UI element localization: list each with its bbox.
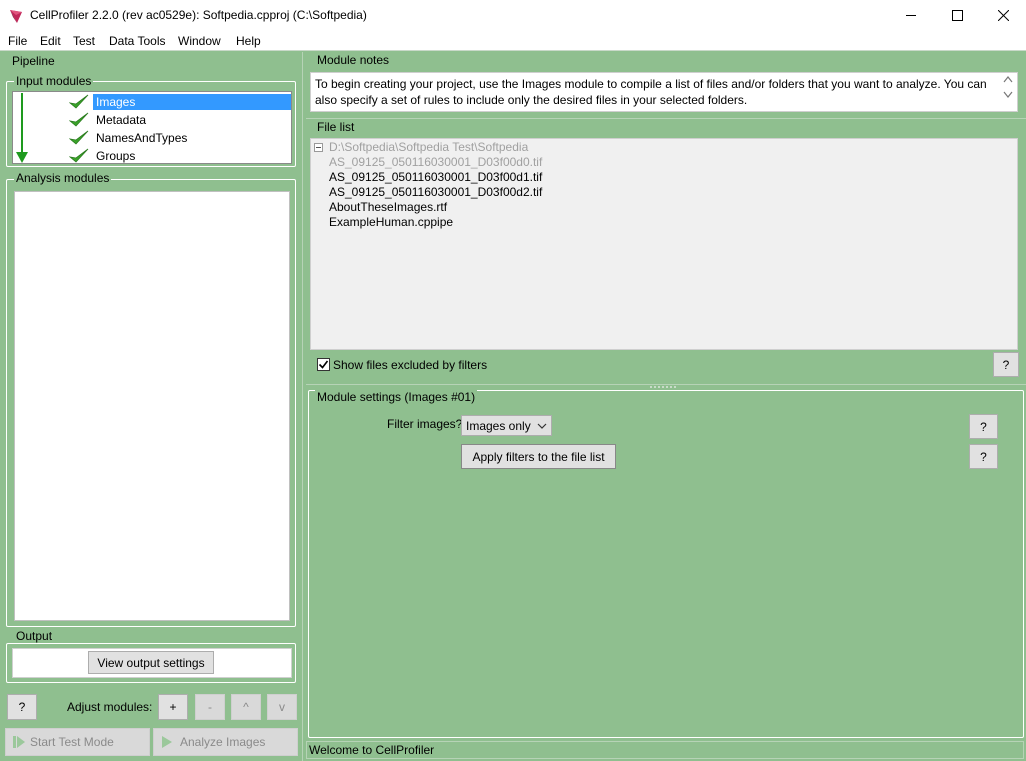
- check-icon: [69, 148, 89, 163]
- filter-images-value: Images only: [466, 419, 531, 433]
- analysis-modules-list[interactable]: [14, 191, 290, 621]
- filter-images-label: Filter images?: [387, 417, 463, 431]
- status-bar: Welcome to CellProfiler: [306, 741, 1024, 759]
- grip-icon: [650, 386, 676, 388]
- menu-help[interactable]: Help: [236, 34, 261, 48]
- output-title: Output: [14, 629, 55, 643]
- module-settings-group: [308, 390, 1024, 738]
- input-module-metadata[interactable]: Metadata: [13, 111, 291, 129]
- status-text: Welcome to CellProfiler: [309, 743, 435, 757]
- menu-file[interactable]: File: [8, 34, 27, 48]
- input-module-label: Groups: [96, 149, 136, 163]
- pipeline-help-button[interactable]: ?: [7, 694, 37, 720]
- view-output-settings-button[interactable]: View output settings: [88, 651, 214, 674]
- remove-module-button[interactable]: -: [195, 694, 225, 720]
- show-excluded-checkbox[interactable]: [317, 358, 330, 371]
- module-notes-text: To begin creating your project, use the …: [315, 77, 987, 107]
- divider: [306, 118, 1026, 119]
- menu-bar: File Edit Test Data Tools Window Help: [0, 31, 1026, 51]
- file-tree-root[interactable]: D:\Softpedia\Softpedia Test\Softpedia: [329, 140, 528, 155]
- close-icon: [998, 10, 1009, 21]
- chevron-down-icon: [1003, 91, 1013, 98]
- file-item[interactable]: AS_09125_050116030001_D03f00d2.tif: [329, 185, 542, 200]
- move-down-button[interactable]: v: [267, 694, 297, 720]
- apply-filters-help-button[interactable]: ?: [969, 444, 998, 469]
- input-module-groups[interactable]: Groups: [13, 147, 291, 165]
- file-list-tree[interactable]: D:\Softpedia\Softpedia Test\Softpedia AS…: [310, 138, 1018, 350]
- input-module-label: Images: [93, 94, 291, 110]
- right-panel: Module notes To begin creating your proj…: [306, 52, 1026, 761]
- apply-filters-button[interactable]: Apply filters to the file list: [461, 444, 616, 469]
- analysis-modules-title: Analysis modules: [14, 171, 112, 185]
- menu-data-tools[interactable]: Data Tools: [109, 34, 165, 48]
- maximize-icon: [952, 10, 963, 21]
- file-item[interactable]: AboutTheseImages.rtf: [329, 200, 447, 215]
- check-icon: [69, 94, 89, 109]
- module-settings-title: Module settings (Images #01): [315, 390, 478, 404]
- checkmark-icon: [318, 360, 329, 369]
- analyze-images-button[interactable]: Analyze Images: [153, 728, 298, 756]
- input-modules-list: Images Metadata NamesAndTypes Groups: [12, 91, 292, 164]
- cellprofiler-logo-icon: [10, 10, 22, 23]
- chevron-up-icon: [1003, 76, 1013, 83]
- notes-scrollbar[interactable]: [1003, 75, 1015, 99]
- module-notes-title: Module notes: [317, 53, 390, 67]
- input-module-label: Metadata: [96, 113, 147, 127]
- menu-edit[interactable]: Edit: [40, 34, 61, 48]
- add-module-button[interactable]: +: [158, 694, 188, 720]
- start-test-mode-label: Start Test Mode: [30, 735, 114, 749]
- show-excluded-label[interactable]: Show files excluded by filters: [333, 358, 487, 372]
- input-module-images[interactable]: Images: [13, 93, 291, 111]
- file-list-title: File list: [317, 120, 355, 134]
- menu-window[interactable]: Window: [178, 34, 221, 48]
- adjust-modules-label: Adjust modules:: [67, 700, 153, 714]
- pipeline-panel: Pipeline Input modules Images Metadata N…: [0, 52, 302, 761]
- file-list-help-button[interactable]: ?: [993, 352, 1019, 377]
- input-modules-title: Input modules: [14, 74, 94, 88]
- input-module-namesandtypes[interactable]: NamesAndTypes: [13, 129, 291, 147]
- title-bar: CellProfiler 2.2.0 (rev ac0529e): Softpe…: [0, 0, 1026, 31]
- minimize-button[interactable]: [888, 0, 934, 31]
- chevron-down-icon: [537, 423, 547, 429]
- play-icon: [162, 736, 172, 748]
- collapse-icon[interactable]: [314, 143, 323, 152]
- filter-help-button[interactable]: ?: [969, 414, 998, 439]
- check-icon: [69, 112, 89, 127]
- filter-images-select[interactable]: Images only: [461, 415, 552, 436]
- start-test-mode-button[interactable]: Start Test Mode: [5, 728, 150, 756]
- module-notes-textarea[interactable]: To begin creating your project, use the …: [310, 72, 1018, 112]
- file-item[interactable]: AS_09125_050116030001_D03f00d1.tif: [329, 170, 542, 185]
- window-title: CellProfiler 2.2.0 (rev ac0529e): Softpe…: [30, 8, 367, 22]
- file-item[interactable]: AS_09125_050116030001_D03f00d0.tif: [329, 155, 542, 170]
- move-up-button[interactable]: ^: [231, 694, 261, 720]
- minimize-icon: [906, 15, 916, 16]
- check-icon: [69, 130, 89, 145]
- file-item[interactable]: ExampleHuman.cppipe: [329, 215, 453, 230]
- maximize-button[interactable]: [934, 0, 980, 31]
- pipeline-title: Pipeline: [12, 54, 55, 68]
- input-module-label: NamesAndTypes: [96, 131, 188, 145]
- close-button[interactable]: [980, 0, 1026, 31]
- menu-test[interactable]: Test: [73, 34, 95, 48]
- analyze-images-label: Analyze Images: [180, 735, 266, 749]
- test-mode-icon: [13, 736, 25, 748]
